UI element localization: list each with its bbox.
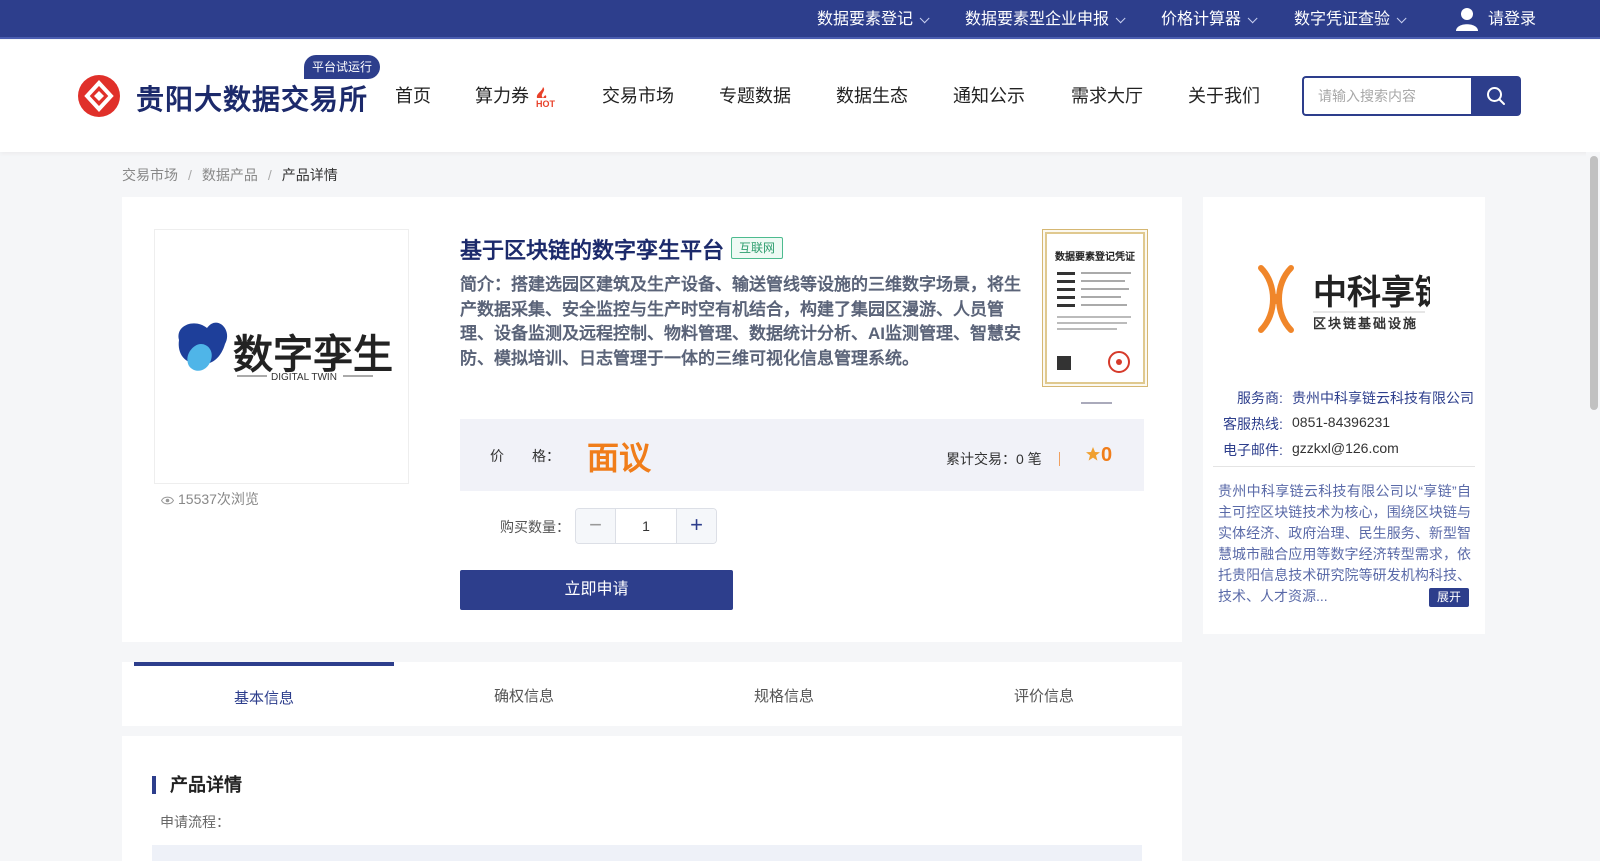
product-image: 数字孪生 DIGITAL TWIN [154, 229, 409, 484]
tab-rights-info[interactable]: 确权信息 [394, 662, 654, 726]
tab-spec-info[interactable]: 规格信息 [654, 662, 914, 726]
search-icon [1487, 87, 1505, 105]
nav-trading-market[interactable]: 交易市场 [602, 80, 674, 112]
breadcrumb-trading-market[interactable]: 交易市场 [122, 167, 178, 183]
nav-topic-data[interactable]: 专题数据 [719, 80, 791, 112]
carousel-indicator[interactable] [1081, 402, 1112, 404]
increase-button[interactable]: + [676, 509, 716, 543]
site-name[interactable]: 贵阳大数据交易所 [136, 78, 368, 118]
apply-flow-panel [152, 845, 1142, 861]
apply-flow-label: 申请流程： [160, 814, 230, 830]
rating-value: 0 [1101, 444, 1113, 466]
vendor-provider-link[interactable]: 贵州中科享链云科技有限公司 [1292, 390, 1474, 406]
chevron-down-icon [1396, 13, 1407, 24]
nav-notices[interactable]: 通知公示 [953, 80, 1025, 112]
expand-button[interactable]: 展开 [1429, 588, 1469, 607]
eye-icon [161, 496, 174, 505]
site-logo-icon[interactable] [78, 75, 120, 117]
topbar-item-data-registration[interactable]: 数据要素登记 [817, 0, 930, 39]
trial-badge: 平台试运行 [304, 55, 381, 79]
svg-text:数字孪生: 数字孪生 [233, 332, 393, 377]
breadcrumb-data-products[interactable]: 数据产品 [202, 167, 258, 183]
view-count: 15537次浏览 [161, 489, 259, 509]
topbar-item-price-calculator[interactable]: 价格计算器 [1161, 0, 1258, 39]
topbar-item-enterprise-declare[interactable]: 数据要素型企业申报 [965, 0, 1126, 39]
vendor-provider-value: 贵州中科享链云科技有限公司 [1292, 388, 1474, 408]
divider [1213, 466, 1475, 467]
apply-now-button[interactable]: 立即申请 [460, 570, 733, 610]
svg-text:区块链基础设施: 区块链基础设施 [1313, 316, 1418, 331]
nav-about-us[interactable]: 关于我们 [1188, 80, 1260, 112]
quantity-label: 购买数量： [500, 519, 570, 535]
search-input[interactable] [1302, 76, 1471, 116]
certificate-image: 数据要素登记凭证 [1045, 232, 1145, 384]
nav-home[interactable]: 首页 [395, 80, 431, 112]
svg-text:DIGITAL TWIN: DIGITAL TWIN [271, 372, 337, 383]
decrease-button[interactable]: − [576, 509, 616, 543]
registration-certificate[interactable]: 数据要素登记凭证 [1042, 229, 1148, 387]
star-icon [1086, 447, 1100, 461]
svg-text:中科享链: 中科享链 [1313, 274, 1430, 312]
vendor-provider: 服务商: [1237, 390, 1283, 406]
price-label: 价 格： [490, 448, 560, 464]
vendor-logo-icon: 中科享链 区块链基础设施 [1258, 265, 1430, 333]
quantity-input[interactable] [616, 509, 676, 543]
login-link[interactable]: 请登录 [1488, 0, 1536, 39]
chevron-down-icon [1247, 13, 1258, 24]
chevron-down-icon [1115, 13, 1126, 24]
trade-count: 累计交易：0 笔 [946, 451, 1042, 467]
rating: 0 [1085, 444, 1112, 467]
product-title: 基于区块链的数字孪生平台 [460, 238, 725, 263]
hot-icon: HOT [536, 87, 556, 108]
tab-review-info[interactable]: 评价信息 [914, 662, 1174, 726]
chevron-down-icon [919, 13, 930, 24]
topbar-item-certificate-check[interactable]: 数字凭证查验 [1294, 0, 1407, 39]
quantity-stepper: − + [575, 508, 717, 544]
nav-data-ecosystem[interactable]: 数据生态 [836, 80, 908, 112]
section-title: 产品详情 [152, 776, 242, 794]
user-icon[interactable] [1456, 7, 1478, 31]
vendor-hotline: 客服热线: [1223, 416, 1283, 432]
breadcrumb-current: 产品详情 [281, 167, 338, 183]
search-button[interactable] [1471, 76, 1521, 116]
nav-compute-voucher[interactable]: 算力券 [475, 80, 529, 112]
price-value: 面议 [587, 440, 652, 476]
vendor-email-value: gzzkxl@126.com [1292, 440, 1399, 456]
category-tag: 互联网 [731, 237, 784, 259]
tab-basic-info[interactable]: 基本信息 [134, 662, 394, 726]
divider [1059, 452, 1060, 466]
svg-text:HOT: HOT [536, 99, 556, 108]
scrollbar-thumb[interactable] [1590, 156, 1598, 410]
vendor-email: 电子邮件: [1223, 442, 1283, 458]
nav-demand-hall[interactable]: 需求大厅 [1071, 80, 1143, 112]
vendor-hotline-value: 0851-84396231 [1292, 414, 1391, 430]
digital-twin-logo-icon: 数字孪生 DIGITAL TWIN [178, 322, 393, 383]
top-bar: 数据要素登记 数据要素型企业申报 价格计算器 数字凭证查验 请登录 [0, 0, 1600, 39]
product-intro: 简介：搭建选园区建筑及生产设备、输送管线等设施的三维数字场景，将生产数据采集、安… [460, 275, 1021, 368]
svg-text:数据要素登记凭证: 数据要素登记凭证 [1055, 250, 1135, 263]
detail-card [122, 736, 1182, 861]
breadcrumb: 交易市场 / 数据产品 / 产品详情 [122, 167, 338, 183]
